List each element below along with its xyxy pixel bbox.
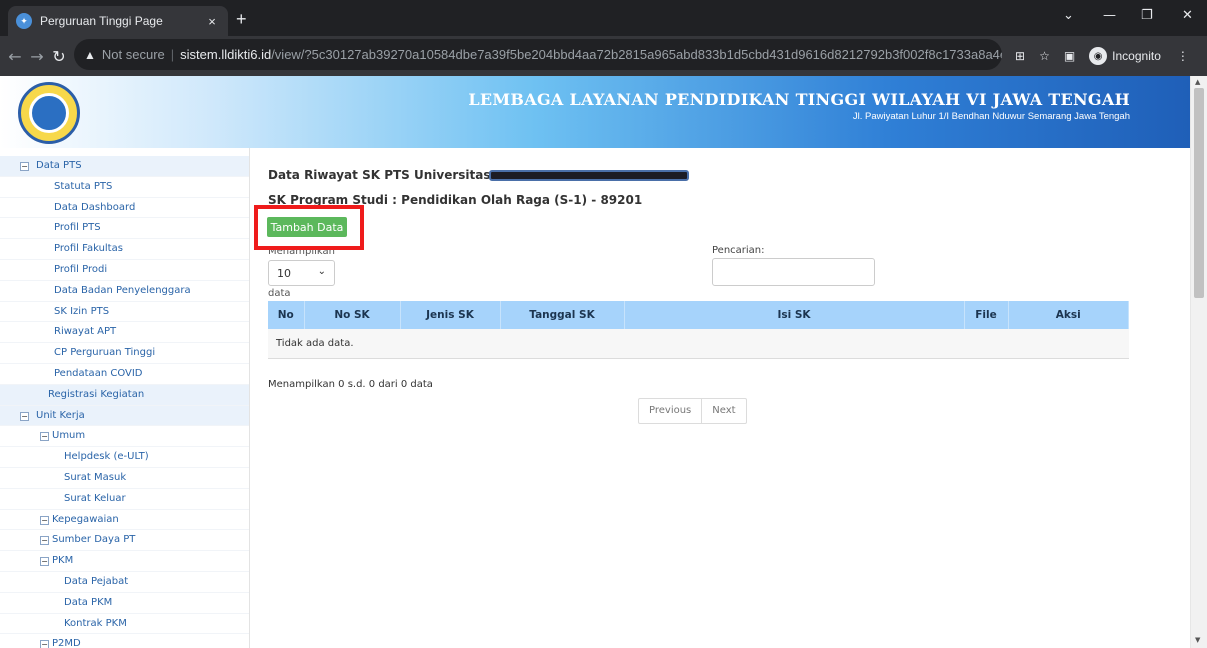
translate-icon[interactable]: ⊞: [1015, 49, 1025, 63]
page-scrollbar[interactable]: ▲ ▼: [1190, 76, 1207, 648]
sidebar-item-data-pkm[interactable]: Data PKM: [0, 593, 249, 614]
sidebar-item-registrasi-kegiatan[interactable]: Registrasi Kegiatan: [0, 384, 249, 406]
collapse-icon[interactable]: −: [40, 432, 49, 442]
scroll-down-icon[interactable]: ▼: [1195, 636, 1200, 644]
site-title: LEMBAGA LAYANAN PENDIDIKAN TINGGI WILAYA…: [468, 90, 1130, 109]
tut-wuri-handayani-logo: [18, 82, 80, 144]
tab-title: Perguruan Tinggi Page: [40, 14, 163, 28]
warning-triangle-icon: ▲: [84, 47, 96, 62]
col-no-sk[interactable]: No SK: [304, 301, 401, 329]
col-no[interactable]: No: [268, 301, 305, 329]
close-window-icon[interactable]: ✕: [1182, 8, 1193, 23]
sidebar-item-umum[interactable]: − Umum: [0, 426, 249, 448]
length-suffix-label: data: [268, 288, 291, 299]
close-tab-icon[interactable]: ×: [204, 14, 220, 29]
collapse-icon[interactable]: −: [20, 162, 29, 171]
collapse-icon[interactable]: −: [40, 536, 49, 546]
table-header-row: No No SK Jenis SK Tanggal SK Isi SK File…: [268, 301, 1129, 329]
sidebar-item-helpdesk[interactable]: Helpdesk (e-ULT): [0, 447, 249, 468]
sidebar-item-statuta-pts[interactable]: Statuta PTS: [0, 177, 249, 198]
bookmark-star-icon[interactable]: ☆: [1039, 49, 1050, 63]
search-label: Pencarian:: [712, 245, 765, 256]
url-path: /view/?5c30127ab39270a10584dbe7a39f5be20…: [271, 47, 1002, 62]
sidebar-item-profil-prodi[interactable]: Profil Prodi: [0, 260, 249, 281]
col-file[interactable]: File: [964, 301, 1009, 329]
table-info: Menampilkan 0 s.d. 0 dari 0 data: [268, 379, 433, 390]
site-favicon-icon: ✦: [16, 13, 32, 29]
site-address: Jl. Pawiyatan Luhur 1/I Bendhan Nduwur S…: [852, 111, 1130, 122]
sidebar-item-profil-pts[interactable]: Profil PTS: [0, 218, 249, 240]
reload-icon[interactable]: ↻: [48, 47, 70, 66]
menu-kebab-icon[interactable]: ⋮: [1177, 49, 1189, 63]
col-aksi[interactable]: Aksi: [1008, 301, 1129, 329]
sidebar-item-sumber-daya-pt[interactable]: − Sumber Daya PT: [0, 530, 249, 552]
collapse-icon[interactable]: −: [40, 640, 49, 648]
page-title: Data Riwayat SK PTS Universitas: [268, 168, 689, 182]
sidebar-item-surat-masuk[interactable]: Surat Masuk: [0, 468, 249, 489]
empty-table-message: Tidak ada data.: [268, 329, 1129, 359]
sidebar-item-data-dashboard[interactable]: Data Dashboard: [0, 198, 249, 219]
incognito-icon: ◉: [1089, 47, 1108, 65]
sidebar-item-kepegawaian[interactable]: − Kepegawaian: [0, 510, 249, 531]
restore-icon[interactable]: ❐: [1141, 8, 1153, 23]
not-secure-label: Not secure: [101, 47, 165, 62]
incognito-label: Incognito: [1112, 49, 1161, 63]
tab-search-icon[interactable]: ⌄: [1063, 8, 1074, 23]
sk-table: No No SK Jenis SK Tanggal SK Isi SK File…: [268, 301, 1129, 359]
sidebar-item-data-pts[interactable]: − Data PTS: [0, 156, 249, 177]
side-panel-icon[interactable]: ▣: [1064, 49, 1075, 63]
address-bar[interactable]: ▲ Not secure | sistem.lldikti6.id /view/…: [74, 39, 1002, 70]
sidebar-item-sk-izin-pts[interactable]: SK Izin PTS: [0, 302, 249, 323]
browser-tab[interactable]: ✦ Perguruan Tinggi Page ×: [8, 6, 228, 36]
sidebar-item-profil-fakultas[interactable]: Profil Fakultas: [0, 239, 249, 260]
browser-toolbar: ← → ↻ ▲ Not secure | sistem.lldikti6.id …: [0, 36, 1207, 76]
pagination: Previous Next: [638, 398, 747, 424]
sidebar-item-pkm[interactable]: − PKM: [0, 551, 249, 572]
col-jenis-sk[interactable]: Jenis SK: [400, 301, 501, 329]
new-tab-button[interactable]: +: [236, 10, 247, 28]
sidebar-item-data-badan-penyelenggara[interactable]: Data Badan Penyelenggara: [0, 281, 249, 302]
previous-button[interactable]: Previous: [639, 399, 701, 423]
main-content: Data Riwayat SK PTS Universitas SK Progr…: [250, 148, 1190, 648]
minimize-icon[interactable]: —: [1103, 8, 1116, 23]
forward-arrow-icon[interactable]: →: [26, 47, 48, 66]
browser-tab-bar: ✦ Perguruan Tinggi Page × + ⌄ — ❐ ✕: [0, 0, 1207, 36]
sidebar-item-pendataan-covid[interactable]: Pendataan COVID: [0, 364, 249, 385]
redaction-bar: [488, 170, 689, 181]
back-arrow-icon[interactable]: ←: [4, 47, 26, 66]
sidebar-item-surat-keluar[interactable]: Surat Keluar: [0, 489, 249, 510]
sidebar-item-kontrak-pkm[interactable]: Kontrak PKM: [0, 614, 249, 635]
toolbar-right: ⊞ ☆ ▣ ◉ Incognito ⋮: [1015, 47, 1189, 65]
sidebar-item-p2md[interactable]: − P2MD: [0, 634, 249, 648]
col-isi-sk[interactable]: Isi SK: [624, 301, 965, 329]
sidebar-item-unit-kerja[interactable]: − Unit Kerja: [0, 405, 249, 427]
next-button[interactable]: Next: [701, 399, 745, 423]
col-tanggal-sk[interactable]: Tanggal SK: [500, 301, 625, 329]
sidebar-menu: − Data PTS Statuta PTS Data Dashboard Pro…: [0, 148, 250, 648]
sidebar-item-cp-perguruan-tinggi[interactable]: CP Perguruan Tinggi: [0, 343, 249, 364]
sidebar-item-riwayat-apt[interactable]: Riwayat APT: [0, 322, 249, 344]
sidebar-item-data-pejabat[interactable]: Data Pejabat: [0, 572, 249, 593]
collapse-icon[interactable]: −: [40, 515, 49, 525]
collapse-icon[interactable]: −: [20, 411, 29, 421]
scrollbar-thumb[interactable]: [1194, 88, 1204, 298]
address-separator: |: [170, 47, 175, 62]
highlight-box: [254, 205, 364, 250]
chevron-down-icon: ⌄: [317, 266, 326, 277]
table-row: Tidak ada data.: [268, 329, 1129, 359]
site-header: LEMBAGA LAYANAN PENDIDIKAN TINGGI WILAYA…: [0, 76, 1190, 148]
entries-length-select[interactable]: 10 ⌄: [268, 260, 335, 286]
url-host: sistem.lldikti6.id: [180, 47, 272, 62]
scroll-up-icon[interactable]: ▲: [1195, 78, 1200, 86]
collapse-icon[interactable]: −: [40, 557, 49, 567]
search-input[interactable]: [712, 258, 875, 286]
